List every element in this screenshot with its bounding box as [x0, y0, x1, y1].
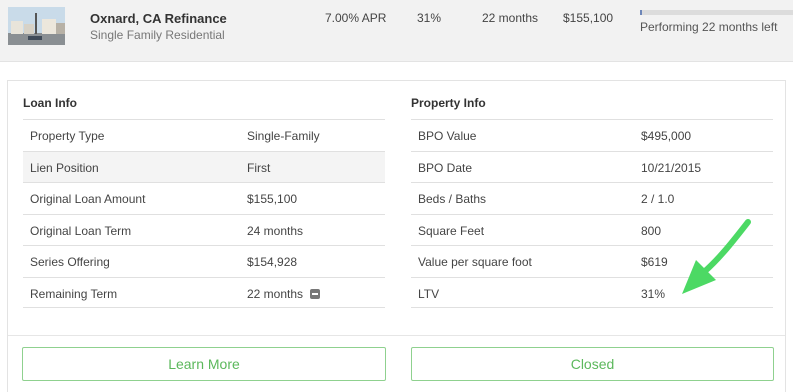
row-value: Single-Family	[247, 129, 320, 143]
section-divider	[8, 335, 785, 336]
row-label: Remaining Term	[30, 286, 118, 301]
closed-button[interactable]: Closed	[411, 347, 774, 381]
listing-title[interactable]: Oxnard, CA Refinance	[90, 11, 227, 26]
table-row: Series Offering $154,928	[23, 245, 385, 277]
row-value: $495,000	[641, 129, 692, 143]
row-label: BPO Date	[418, 160, 473, 175]
row-label: Beds / Baths	[418, 192, 487, 206]
property-info-heading: Property Info	[411, 96, 486, 110]
learn-more-button[interactable]: Learn More	[22, 347, 386, 381]
term-value: 22 months	[482, 11, 539, 25]
table-row: Lien Position First	[23, 150, 385, 182]
row-label: Original Loan Amount	[30, 192, 146, 206]
loan-info-table: Property Type Single-Family Lien Positio…	[23, 119, 385, 308]
green-arrow-icon	[682, 219, 751, 294]
amount-value: $155,100	[563, 11, 614, 25]
row-value: $619	[641, 255, 668, 269]
loan-info-heading: Loan Info	[23, 96, 77, 110]
table-row: Beds / Baths 2 / 1.0	[411, 182, 773, 214]
row-value: 800	[641, 223, 662, 238]
table-row: BPO Value $495,000	[411, 119, 773, 151]
row-value: 22 months	[247, 286, 304, 301]
performance-progress-bar	[640, 10, 793, 15]
row-label: Square Feet	[418, 223, 485, 238]
ltv-value: 31%	[417, 11, 442, 25]
row-value-with-icon: 22 months	[247, 286, 321, 301]
row-value: 10/21/2015	[641, 160, 702, 175]
row-value: $154,928	[247, 255, 298, 269]
apr-value: 7.00% APR	[325, 11, 387, 25]
row-value: 2 / 1.0	[641, 192, 675, 206]
row-label: Series Offering	[30, 255, 110, 269]
row-value: $155,100	[247, 192, 298, 206]
row-value: First	[247, 160, 271, 175]
row-label: Lien Position	[30, 160, 99, 175]
row-label: Original Loan Term	[30, 223, 132, 238]
row-value: 31%	[641, 286, 666, 301]
row-label: Property Type	[30, 129, 105, 143]
row-label: BPO Value	[418, 129, 477, 143]
row-label: LTV	[418, 286, 440, 301]
loan-details-panel: Loan Info Property Info Property Type Si…	[7, 80, 786, 392]
table-row: Original Loan Term 24 months	[23, 213, 385, 246]
progress-fill	[640, 10, 642, 15]
property-thumbnail	[8, 7, 65, 45]
table-row: Property Type Single-Family	[23, 119, 385, 151]
loan-summary-row[interactable]: Oxnard, CA Refinance Single Family Resid…	[0, 0, 793, 62]
minus-square-icon[interactable]	[310, 288, 321, 299]
listing-subtitle: Single Family Residential	[90, 28, 225, 42]
table-row: BPO Date 10/21/2015	[411, 150, 773, 183]
row-label: Value per square foot	[418, 255, 532, 269]
performance-status: Performing 22 months left	[640, 20, 778, 34]
table-row: Original Loan Amount $155,100	[23, 182, 385, 214]
table-row: Remaining Term 22 months	[23, 276, 385, 308]
row-value: 24 months	[247, 223, 304, 238]
